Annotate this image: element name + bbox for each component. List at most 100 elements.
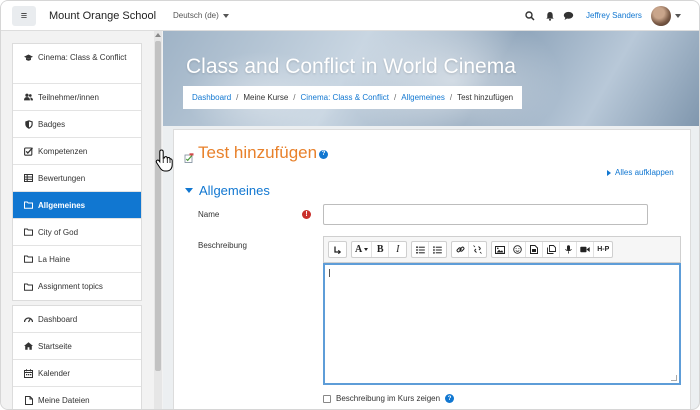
sidebar-item-participants[interactable]: Teilnehmer/innen	[13, 84, 141, 111]
language-label: Deutsch (de)	[173, 11, 219, 20]
unlink-button[interactable]	[469, 242, 486, 257]
media-icon	[530, 245, 539, 254]
sidebar-scrollbar[interactable]	[154, 31, 162, 409]
italic-icon: I	[396, 244, 400, 255]
chat-icon[interactable]	[562, 10, 574, 22]
user-name[interactable]: Jeffrey Sanders	[586, 11, 642, 20]
expand-all-link[interactable]: Alles aufklappen	[607, 168, 674, 177]
users-icon	[24, 93, 33, 102]
unordered-list-icon	[415, 245, 425, 254]
sidebar-item-course[interactable]: Cinema: Class & Conflict	[13, 44, 141, 84]
browser-window: ≡ Mount Orange School Deutsch (de) Jeffr…	[0, 0, 700, 410]
bold-button[interactable]: B	[372, 242, 390, 257]
graduation-cap-icon	[24, 53, 33, 62]
site-name[interactable]: Mount Orange School	[49, 10, 156, 22]
editor-toolbar: A B I H-P	[323, 236, 681, 263]
required-icon: !	[302, 210, 311, 219]
breadcrumb-section[interactable]: Allgemeines	[401, 93, 445, 102]
chevron-down-icon	[364, 248, 369, 251]
help-icon[interactable]: ?	[319, 149, 329, 159]
microphone-icon	[565, 245, 572, 254]
ordered-list-icon	[433, 245, 443, 254]
course-nav-group: Cinema: Class & Conflict Teilnehmer/inne…	[12, 43, 142, 301]
sidebar-item-badges[interactable]: Badges	[13, 111, 141, 138]
toolbar-toggle-button[interactable]	[329, 242, 346, 257]
description-editor[interactable]	[323, 263, 681, 385]
sidebar-item-label: Cinema: Class & Conflict	[38, 53, 127, 62]
course-header-banner: Class and Conflict in World Cinema Dashb…	[163, 31, 699, 126]
record-audio-button[interactable]	[560, 242, 578, 257]
folder-icon	[24, 255, 33, 264]
sidebar-item-grades[interactable]: Bewertungen	[13, 165, 141, 192]
sidebar-item-general[interactable]: Allgemeines	[13, 192, 141, 219]
expand-all-label: Alles aufklappen	[615, 168, 674, 177]
show-description-option: Beschreibung im Kurs zeigen ?	[323, 394, 455, 403]
section-general-title: Allgemeines	[199, 183, 270, 198]
description-label: Beschreibung	[198, 241, 247, 250]
file-icon	[24, 396, 33, 405]
scrollbar-thumb[interactable]	[155, 41, 161, 371]
sidebar-item-label: Kalender	[38, 368, 71, 378]
nav-drawer: Cinema: Class & Conflict Teilnehmer/inne…	[1, 31, 163, 409]
chevron-down-icon[interactable]	[675, 14, 681, 18]
avatar[interactable]	[651, 6, 671, 26]
scroll-up-arrow-icon[interactable]	[155, 33, 161, 37]
breadcrumb-current: Test hinzufügen	[457, 93, 514, 102]
manage-files-button[interactable]	[543, 242, 561, 257]
insert-image-button[interactable]	[492, 242, 510, 257]
breadcrumb-separator: /	[394, 93, 397, 102]
menu-icon: ≡	[20, 10, 28, 22]
font-style-dropdown[interactable]: A	[352, 242, 373, 257]
sidebar-item-home[interactable]: Startseite	[13, 333, 141, 360]
breadcrumb-dashboard[interactable]: Dashboard	[192, 93, 231, 102]
breadcrumb-course[interactable]: Cinema: Class & Conflict	[301, 93, 389, 102]
text-cursor	[329, 269, 330, 277]
sidebar-item-label: La Haine	[38, 254, 71, 264]
insert-h5p-button[interactable]: H-P	[594, 242, 612, 257]
sidebar-item-la-haine[interactable]: La Haine	[13, 246, 141, 273]
caret-down-icon	[185, 188, 193, 193]
sidebar-item-label: Meine Dateien	[38, 396, 90, 405]
page-title: Class and Conflict in World Cinema	[186, 55, 516, 78]
top-navbar: ≡ Mount Orange School Deutsch (de) Jeffr…	[1, 1, 699, 31]
home-icon	[24, 342, 33, 351]
italic-button[interactable]: I	[389, 242, 406, 257]
sidebar-item-calendar[interactable]: Kalender	[13, 360, 141, 387]
files-icon	[546, 245, 556, 254]
form-heading-text: Test hinzufügen	[198, 143, 318, 162]
checkbox-icon	[24, 146, 33, 156]
sidebar-item-dashboard[interactable]: Dashboard	[13, 306, 141, 333]
help-icon[interactable]: ?	[445, 394, 455, 403]
unordered-list-button[interactable]	[412, 242, 430, 257]
search-icon[interactable]	[524, 10, 536, 22]
resize-handle[interactable]	[671, 375, 677, 381]
sidebar-item-label: Dashboard	[38, 314, 78, 324]
sidebar-item-label: City of God	[38, 227, 79, 237]
hand-cursor-icon	[155, 149, 173, 172]
folder-icon	[24, 228, 33, 237]
name-field[interactable]	[323, 204, 648, 225]
sidebar-item-label: Assignment topics	[38, 282, 103, 291]
table-icon	[24, 174, 33, 183]
link-button[interactable]	[452, 242, 470, 257]
chevron-down-icon	[222, 13, 229, 18]
hamburger-menu-button[interactable]: ≡	[12, 6, 36, 26]
sidebar-item-competencies[interactable]: Kompetenzen	[13, 138, 141, 165]
sidebar-item-label: Badges	[38, 119, 66, 129]
sidebar-item-city-of-god[interactable]: City of God	[13, 219, 141, 246]
name-label: Name	[198, 210, 220, 219]
language-selector[interactable]: Deutsch (de)	[173, 11, 229, 20]
show-description-checkbox[interactable]	[323, 394, 331, 403]
insert-emoticon-button[interactable]	[509, 242, 527, 257]
sidebar-item-assignment-topics[interactable]: Assignment topics	[13, 273, 141, 300]
video-camera-icon	[580, 246, 590, 253]
show-description-label: Beschreibung im Kurs zeigen	[336, 394, 441, 403]
quiz-icon	[184, 148, 194, 163]
bell-icon[interactable]	[544, 10, 556, 22]
section-general-toggle[interactable]: Allgemeines	[185, 183, 270, 198]
unlink-icon	[473, 245, 483, 254]
ordered-list-button[interactable]	[429, 242, 446, 257]
record-video-button[interactable]	[577, 242, 595, 257]
insert-media-button[interactable]	[526, 242, 544, 257]
sidebar-item-my-files[interactable]: Meine Dateien	[13, 387, 141, 409]
